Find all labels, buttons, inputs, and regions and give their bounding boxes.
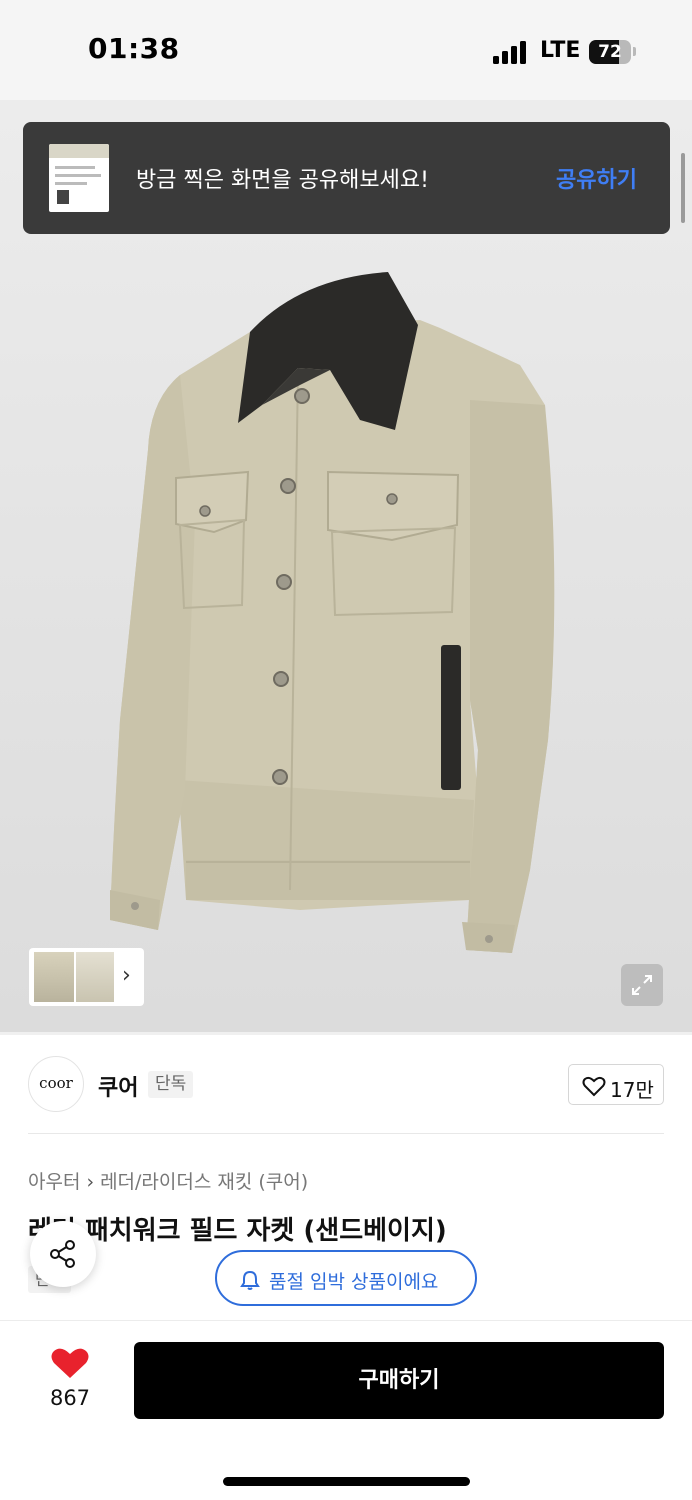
share-icon xyxy=(50,1240,75,1268)
soldout-text: 품절 임박 상품이에요 xyxy=(269,1271,439,1293)
heart-filled-icon xyxy=(51,1348,89,1378)
thumbnail-image[interactable] xyxy=(76,952,114,1002)
breadcrumb-category[interactable]: 아우터 xyxy=(28,1171,80,1193)
bell-icon xyxy=(240,1270,260,1290)
jacket-illustration xyxy=(110,272,555,953)
share-now-button[interactable]: 공유하기 xyxy=(556,162,637,194)
scrollbar[interactable] xyxy=(681,153,685,223)
breadcrumb-subcategory[interactable]: 레더/라이더스 재킷 (쿠어) xyxy=(100,1171,308,1193)
brand-logo-text: coor xyxy=(39,1074,73,1092)
signal-icon xyxy=(493,40,529,64)
chevron-right-icon: › xyxy=(86,1171,95,1193)
home-indicator[interactable] xyxy=(223,1477,470,1486)
soldout-alert-button[interactable]: 품절 임박 상품이에요 xyxy=(215,1250,477,1306)
brand-logo[interactable]: coor xyxy=(28,1056,84,1112)
brand-like-button[interactable]: 17만 xyxy=(568,1064,664,1105)
share-toast: 방금 찍은 화면을 공유해보세요! 공유하기 xyxy=(23,122,670,234)
thumbnail-image[interactable] xyxy=(34,952,74,1002)
network-label: LTE xyxy=(540,38,581,63)
expand-icon[interactable] xyxy=(621,964,663,1006)
screenshot-thumbnail[interactable] xyxy=(49,144,109,212)
like-count: 867 xyxy=(49,1386,91,1410)
buy-button[interactable]: 구매하기 xyxy=(134,1342,664,1419)
chevron-right-icon[interactable]: › xyxy=(122,963,131,988)
like-button[interactable] xyxy=(50,1346,90,1384)
status-time: 01:38 xyxy=(88,32,180,65)
heart-outline-icon xyxy=(582,1076,606,1097)
battery-level: 72 xyxy=(598,42,622,62)
exclusive-badge: 단독 xyxy=(148,1071,194,1098)
status-bar: 01:38 LTE 72 xyxy=(0,0,692,100)
brand-name[interactable]: 쿠어 xyxy=(98,1070,138,1102)
share-button[interactable] xyxy=(30,1221,96,1287)
product-image[interactable] xyxy=(0,100,692,1032)
toast-message: 방금 찍은 화면을 공유해보세요! xyxy=(136,168,429,193)
image-thumbnails[interactable]: › xyxy=(29,948,144,1006)
breadcrumb: 아우터 › 레더/라이더스 재킷 (쿠어) xyxy=(28,1167,308,1194)
brand-like-count: 17만 xyxy=(610,1078,654,1102)
battery-icon: 72 xyxy=(589,40,631,64)
